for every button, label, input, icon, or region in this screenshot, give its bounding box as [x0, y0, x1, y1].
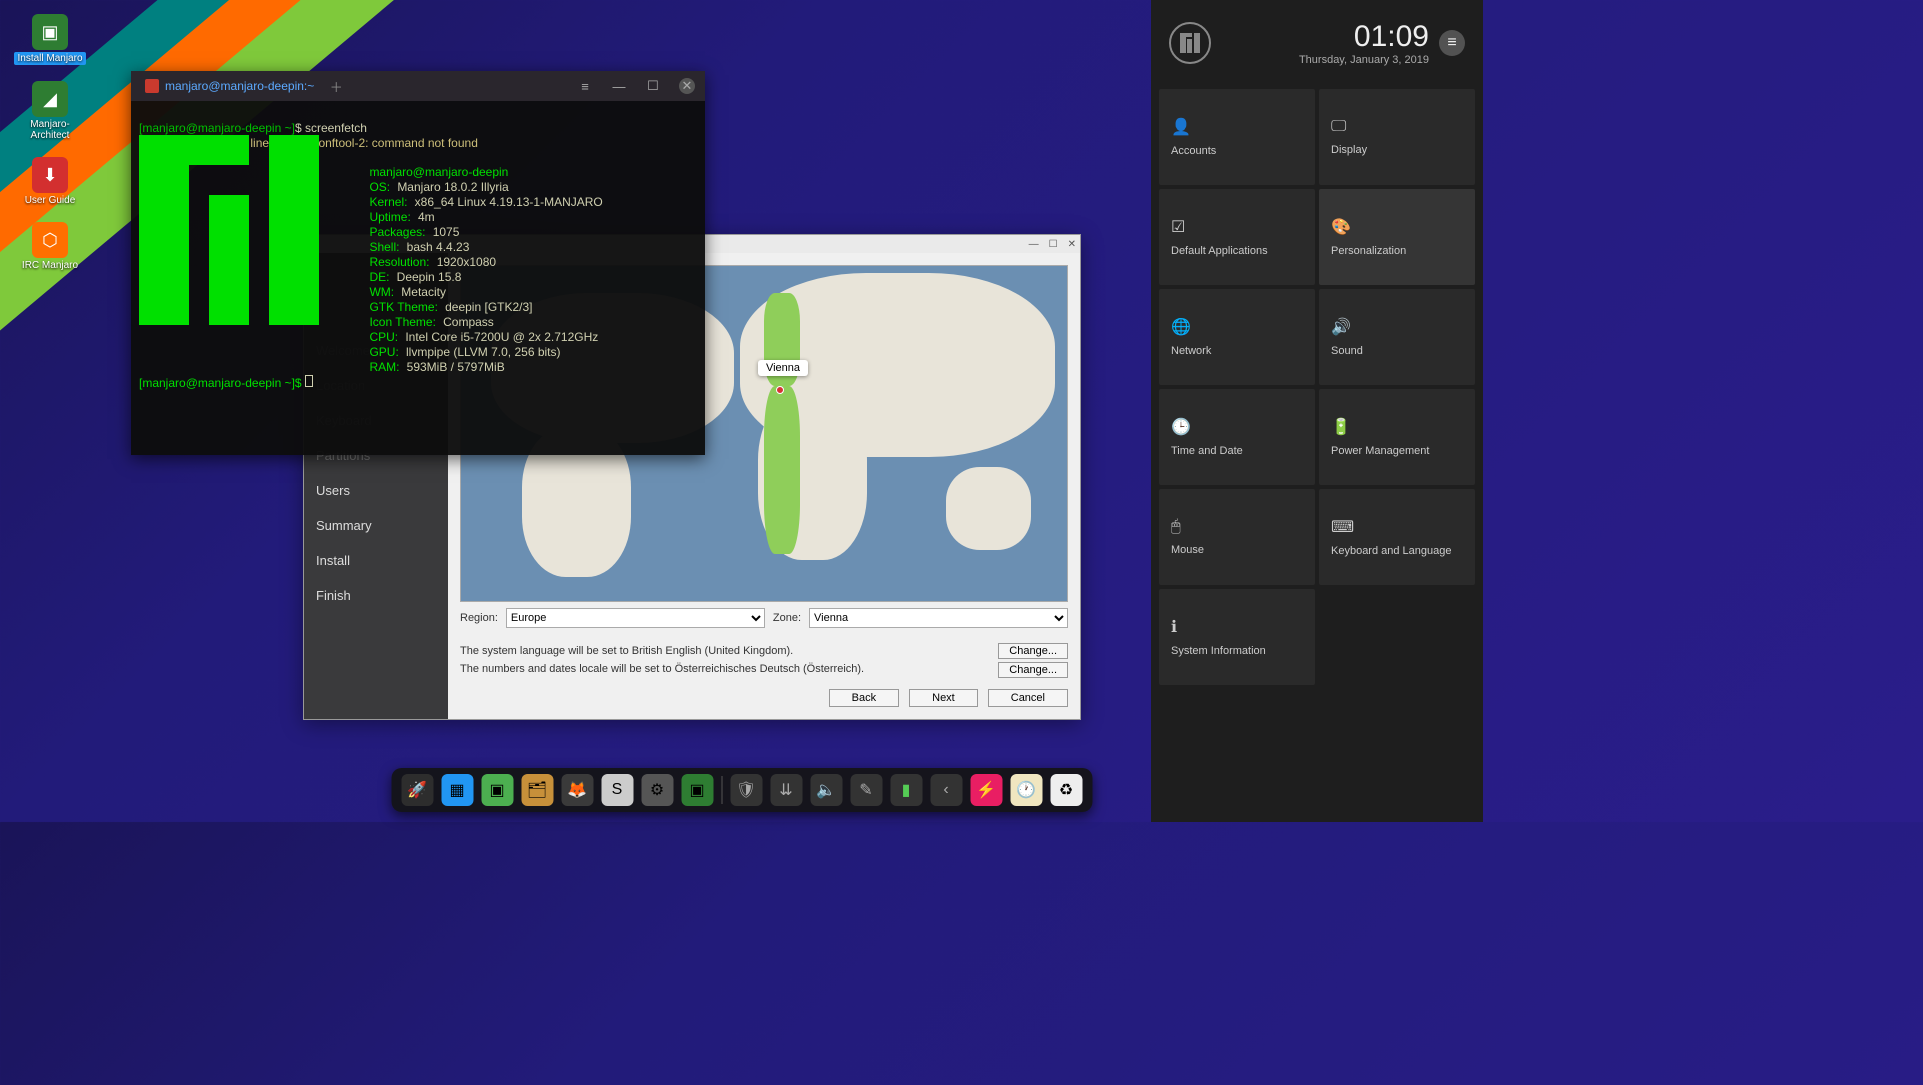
- tray-trash-icon[interactable]: ♻: [1050, 774, 1082, 806]
- region-select[interactable]: Europe: [506, 608, 765, 628]
- tile-mouse[interactable]: 🖱Mouse: [1159, 489, 1315, 585]
- apps-icon: ☑: [1171, 217, 1303, 237]
- tile-display[interactable]: 🖵Display: [1319, 89, 1475, 185]
- tile-system-info[interactable]: ℹSystem Information: [1159, 589, 1315, 685]
- change-language-button[interactable]: Change...: [998, 643, 1068, 659]
- monitor-icon: 🖵: [1331, 118, 1463, 136]
- install-icon: ▣: [32, 14, 68, 50]
- cursor: [305, 375, 313, 387]
- shortcut-label: IRC Manjaro: [22, 260, 78, 271]
- keyboard-icon: ⌨: [1331, 517, 1463, 537]
- step-users[interactable]: Users: [304, 473, 448, 508]
- manjaro-ascii-logo: [139, 135, 159, 219]
- architect-icon: ◢: [32, 81, 68, 117]
- speaker-icon: 🔊: [1331, 317, 1463, 337]
- irc-icon: ⬡: [32, 222, 68, 258]
- tile-accounts[interactable]: 👤Accounts: [1159, 89, 1315, 185]
- dock: 🚀 ▦ ▣ 🗂 🦊 S ⚙ ▣ 🛡 ⇊ 🔈 ✎ ▮ ‹ ⚡ 🕐 ♻: [391, 768, 1092, 812]
- file-manager-button[interactable]: 🗂: [521, 774, 553, 806]
- tray-usb-icon[interactable]: ⇊: [770, 774, 802, 806]
- close-button[interactable]: ✕: [679, 78, 695, 94]
- palette-icon: 🎨: [1331, 217, 1463, 237]
- new-tab-button[interactable]: ＋: [328, 78, 344, 94]
- tile-keyboard[interactable]: ⌨Keyboard and Language: [1319, 489, 1475, 585]
- launcher-button[interactable]: 🚀: [401, 774, 433, 806]
- shortcut-label: User Guide: [25, 195, 76, 206]
- irc-manjaro-shortcut[interactable]: ⬡ IRC Manjaro: [10, 218, 90, 275]
- show-desktop-button[interactable]: ▣: [481, 774, 513, 806]
- tray-power-icon[interactable]: ⚡: [970, 774, 1002, 806]
- region-label: Region:: [460, 612, 498, 624]
- battery-icon: 🔋: [1331, 417, 1463, 437]
- cc-menu-button[interactable]: ≡: [1439, 30, 1465, 56]
- shortcut-label: Install Manjaro: [14, 52, 85, 65]
- tray-shield-icon[interactable]: 🛡: [730, 774, 762, 806]
- step-finish[interactable]: Finish: [304, 578, 448, 613]
- tray-expand-button[interactable]: ‹: [930, 774, 962, 806]
- step-summary[interactable]: Summary: [304, 508, 448, 543]
- back-button[interactable]: Back: [829, 689, 899, 707]
- clock-time: 01:09: [1211, 20, 1429, 54]
- close-button[interactable]: ✕: [1068, 239, 1076, 250]
- shortcut-label: Manjaro-Architect: [14, 119, 86, 141]
- user-guide-shortcut[interactable]: ⬇ User Guide: [10, 153, 90, 210]
- cancel-button[interactable]: Cancel: [988, 689, 1068, 707]
- maximize-button[interactable]: ☐: [1049, 239, 1058, 250]
- user-icon: 👤: [1171, 117, 1303, 137]
- tile-network[interactable]: 🌐Network: [1159, 289, 1315, 385]
- mouse-icon: 🖱: [1171, 518, 1303, 536]
- control-center: 01:09 Thursday, January 3, 2019 ≡ 👤Accou…: [1151, 0, 1483, 822]
- installer-button[interactable]: ▣: [681, 774, 713, 806]
- clock-icon: 🕒: [1171, 417, 1303, 437]
- tile-default-apps[interactable]: ☑Default Applications: [1159, 189, 1315, 285]
- info-icon: ℹ: [1171, 617, 1303, 637]
- multitask-button[interactable]: ▦: [441, 774, 473, 806]
- tile-power[interactable]: 🔋Power Management: [1319, 389, 1475, 485]
- tile-sound[interactable]: 🔊Sound: [1319, 289, 1475, 385]
- tile-personalization[interactable]: 🎨Personalization: [1319, 189, 1475, 285]
- maximize-button[interactable]: ☐: [645, 78, 661, 94]
- pdf-icon: ⬇: [32, 157, 68, 193]
- minimize-button[interactable]: —: [611, 78, 627, 94]
- dock-separator: [721, 776, 722, 804]
- zone-label: Zone:: [773, 612, 801, 624]
- change-locale-button[interactable]: Change...: [998, 662, 1068, 678]
- tray-sound-icon[interactable]: 🔈: [810, 774, 842, 806]
- terminal-icon: [145, 79, 159, 93]
- system-language-text: The system language will be set to Briti…: [460, 642, 793, 661]
- settings-button[interactable]: ⚙: [641, 774, 673, 806]
- clock-date: Thursday, January 3, 2019: [1211, 54, 1429, 66]
- tile-time-date[interactable]: 🕒Time and Date: [1159, 389, 1315, 485]
- terminal-tab-title: manjaro@manjaro-deepin:~: [165, 79, 314, 93]
- os-logo-icon: [1169, 22, 1211, 64]
- firefox-button[interactable]: 🦊: [561, 774, 593, 806]
- tray-clock-icon[interactable]: 🕐: [1010, 774, 1042, 806]
- tray-edit-icon[interactable]: ✎: [850, 774, 882, 806]
- locale-text: The numbers and dates locale will be set…: [460, 660, 864, 679]
- minimize-button[interactable]: —: [1029, 239, 1039, 250]
- globe-icon: 🌐: [1171, 317, 1303, 337]
- install-manjaro-shortcut[interactable]: ▣ Install Manjaro: [10, 10, 90, 69]
- tray-battery-icon[interactable]: ▮: [890, 774, 922, 806]
- step-install[interactable]: Install: [304, 543, 448, 578]
- map-pin-label: Vienna: [758, 360, 808, 376]
- menu-button[interactable]: ≡: [577, 78, 593, 94]
- terminal-output[interactable]: [manjaro@manjaro-deepin ~]$ screenfetch …: [131, 101, 705, 455]
- manjaro-architect-shortcut[interactable]: ◢ Manjaro-Architect: [10, 77, 90, 145]
- terminal-window: manjaro@manjaro-deepin:~ ＋ ≡ — ☐ ✕ [manj…: [131, 71, 705, 455]
- terminal-tab[interactable]: manjaro@manjaro-deepin:~: [131, 71, 328, 101]
- next-button[interactable]: Next: [909, 689, 978, 707]
- zone-select[interactable]: Vienna: [809, 608, 1068, 628]
- app-store-button[interactable]: S: [601, 774, 633, 806]
